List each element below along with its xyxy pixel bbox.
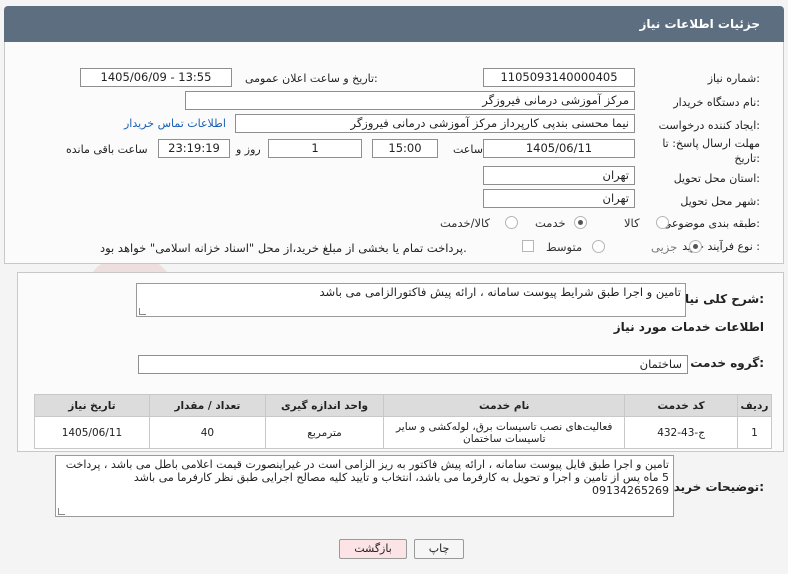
category-service-radio[interactable] bbox=[574, 216, 587, 229]
cell-need-date: 1405/06/11 bbox=[34, 416, 150, 449]
col-service-code: کد خدمت bbox=[624, 394, 738, 417]
page-header: جزئیات اطلاعات نیاز bbox=[4, 6, 784, 42]
delivery-city-label: شهر محل تحویل: bbox=[680, 195, 760, 208]
resize-grip-icon[interactable] bbox=[58, 508, 65, 515]
deadline-label: مهلت ارسال پاسخ: تا تاریخ: bbox=[662, 137, 760, 165]
purchase-minor-radio[interactable] bbox=[689, 240, 702, 253]
col-row-number: ردیف bbox=[736, 394, 773, 417]
category-goods-radio[interactable] bbox=[656, 216, 669, 229]
buyer-notes-text: تامین و اجرا طبق فایل پیوست سامانه ، ارا… bbox=[65, 458, 669, 497]
announce-datetime-label: تاریخ و ساعت اعلان عمومی: bbox=[245, 72, 378, 85]
treasury-checkbox[interactable] bbox=[522, 240, 534, 252]
services-table: ردیف کد خدمت نام خدمت واحد اندازه گیری ت… bbox=[34, 394, 773, 449]
treasury-note: پرداخت تمام یا بخشی از مبلغ خرید،از محل … bbox=[100, 241, 467, 255]
deadline-date-field[interactable]: 1405/06/11 bbox=[483, 139, 635, 158]
category-goods-service-option: کالا/خدمت bbox=[440, 216, 491, 230]
days-label: روز و bbox=[236, 143, 261, 156]
deadline-time-label: ساعت bbox=[453, 143, 483, 156]
buyer-org-label: نام دستگاه خریدار: bbox=[673, 96, 760, 109]
col-need-date: تاریخ نیاز bbox=[34, 394, 150, 417]
delivery-province-label: استان محل تحویل: bbox=[673, 172, 760, 185]
services-section-title: اطلاعات خدمات مورد نیاز bbox=[613, 320, 764, 334]
service-group-label: گروه خدمت: bbox=[690, 356, 764, 370]
table-row[interactable]: 1 ج-43-432 فعالیت‌های نصب تاسیسات برق، ل… bbox=[34, 416, 773, 449]
category-service-option: خدمت bbox=[535, 216, 566, 230]
need-number-label: شماره نیاز: bbox=[707, 72, 760, 85]
purchase-minor-option: جزیی bbox=[651, 240, 678, 254]
purchase-medium-option: متوسط bbox=[546, 240, 583, 254]
cell-service-name: فعالیت‌های نصب تاسیسات برق، لوله‌کشی و س… bbox=[383, 416, 626, 449]
purchase-medium-radio[interactable] bbox=[592, 240, 605, 253]
col-service-name: نام خدمت bbox=[383, 394, 626, 417]
buyer-notes-field[interactable]: تامین و اجرا طبق فایل پیوست سامانه ، ارا… bbox=[55, 455, 674, 517]
announce-datetime-field[interactable]: 1405/06/09 - 13:55 bbox=[80, 68, 232, 87]
delivery-province-field[interactable]: تهران bbox=[483, 166, 635, 185]
category-goods-option: کالا bbox=[624, 216, 640, 230]
category-goods-service-radio[interactable] bbox=[505, 216, 518, 229]
buyer-contact-link[interactable]: اطلاعات تماس خریدار bbox=[124, 117, 226, 130]
description-field[interactable]: تامین و اجرا طبق شرایط پیوست سامانه ، ار… bbox=[136, 283, 686, 317]
need-number-field[interactable]: 1105093140000405 bbox=[483, 68, 635, 87]
remaining-days-field[interactable]: 1 bbox=[268, 139, 362, 158]
col-unit: واحد اندازه گیری bbox=[264, 394, 385, 417]
cell-row-number: 1 bbox=[736, 416, 773, 449]
buyer-notes-label: توضیحات خریدار: bbox=[662, 480, 764, 494]
back-button[interactable]: بازگشت bbox=[339, 539, 407, 559]
resize-grip-icon[interactable] bbox=[139, 308, 146, 315]
page-title: جزئیات اطلاعات نیاز bbox=[639, 17, 760, 31]
request-creator-label: ایجاد کننده درخواست: bbox=[658, 119, 760, 132]
description-text: تامین و اجرا طبق شرایط پیوست سامانه ، ار… bbox=[319, 285, 681, 299]
deadline-time-field[interactable]: 15:00 bbox=[372, 139, 438, 158]
remaining-time-label: ساعت باقی مانده bbox=[66, 143, 148, 156]
col-quantity: تعداد / مقدار bbox=[148, 394, 266, 417]
remaining-time-field[interactable]: 23:19:19 bbox=[158, 139, 230, 158]
description-label: شرح کلی نیاز: bbox=[678, 292, 764, 306]
service-group-field[interactable]: ساختمان bbox=[138, 355, 688, 374]
buyer-org-field[interactable]: مرکز آموزشی درمانی فیروزگر bbox=[185, 91, 635, 110]
delivery-city-field[interactable]: تهران bbox=[483, 189, 635, 208]
cell-quantity: 40 bbox=[148, 416, 266, 449]
print-button[interactable]: چاپ bbox=[414, 539, 464, 559]
category-label: طبقه بندی موضوعی: bbox=[662, 217, 760, 230]
table-header-row: ردیف کد خدمت نام خدمت واحد اندازه گیری ت… bbox=[34, 394, 773, 417]
cell-service-code: ج-43-432 bbox=[624, 416, 738, 449]
cell-unit: مترمربع bbox=[264, 416, 385, 449]
request-creator-field[interactable]: نیما محسنی بندپی کارپرداز مرکز آموزشی در… bbox=[235, 114, 635, 133]
